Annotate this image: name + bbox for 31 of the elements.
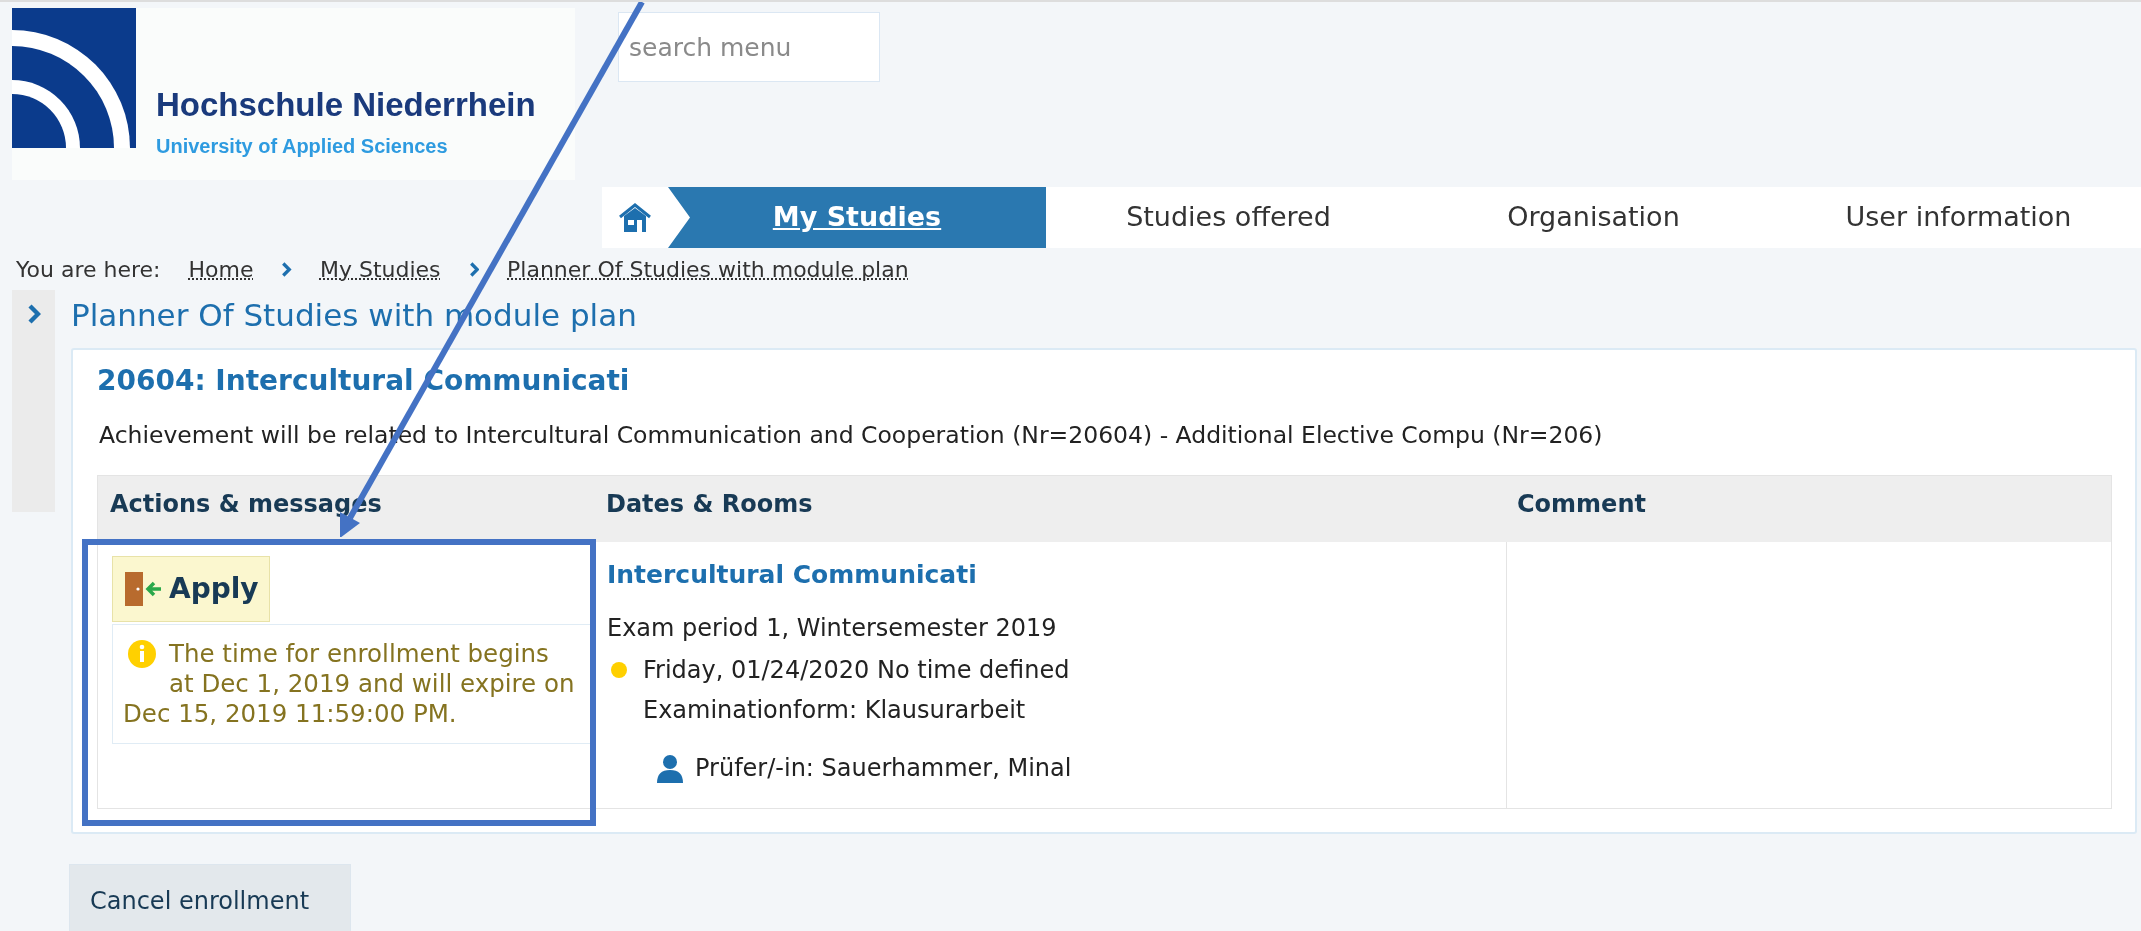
breadcrumb-link[interactable]: Home bbox=[188, 252, 254, 286]
apply-button[interactable]: Apply bbox=[112, 556, 270, 623]
logo-subtitle: University of Applied Sciences bbox=[156, 134, 449, 159]
breadcrumb-link[interactable]: My Studies bbox=[319, 252, 441, 286]
exam-period: Exam period 1, Wintersemester 2019 bbox=[607, 612, 1058, 644]
chevron-icon bbox=[468, 261, 480, 277]
logo[interactable]: Hochschule Niederrhein University of Applied Sciences bbox=[12, 8, 575, 180]
nav-tab[interactable]: Organisation bbox=[1411, 187, 1776, 248]
column-header: Dates & Rooms bbox=[605, 489, 814, 521]
nav-tab[interactable]: My Studies bbox=[668, 187, 1046, 248]
home-icon bbox=[618, 202, 652, 233]
nav-tab[interactable]: Studies offered bbox=[1046, 187, 1411, 248]
exam-date: Friday, 01/24/2020 No time defined bbox=[643, 654, 1070, 686]
examiner: Prüfer/-in: Sauerhammer, Minal bbox=[695, 752, 1072, 784]
info-message: The time for enrollment begins at Dec 1, 2019 and will expire on Dec 15, 2019 11:59:00 PM. bbox=[112, 624, 592, 745]
logo-mark-icon bbox=[12, 8, 136, 148]
column-header: Comment bbox=[1516, 489, 1647, 521]
nav-tab[interactable]: User information bbox=[1776, 187, 2141, 248]
door-enter-icon bbox=[123, 570, 163, 609]
chevron-icon bbox=[281, 261, 292, 277]
breadcrumb-label: You are here: bbox=[16, 255, 161, 284]
logo-name: Hochschule Niederrhein bbox=[156, 88, 536, 121]
cancel-enrollment-button[interactable]: Cancel enrollment bbox=[69, 864, 351, 931]
person-icon bbox=[655, 752, 685, 783]
chevron-icon bbox=[26, 304, 41, 324]
exam-form: Examinationform: Klausurarbeit bbox=[643, 694, 1027, 726]
exam-title-link[interactable]: Intercultural Communicati bbox=[607, 556, 1506, 594]
sidebar-toggle[interactable] bbox=[12, 290, 55, 512]
search-field[interactable]: search menu bbox=[618, 12, 880, 82]
info-icon bbox=[127, 639, 157, 670]
breadcrumb-link[interactable]: Planner Of Studies with module plan bbox=[507, 252, 909, 286]
